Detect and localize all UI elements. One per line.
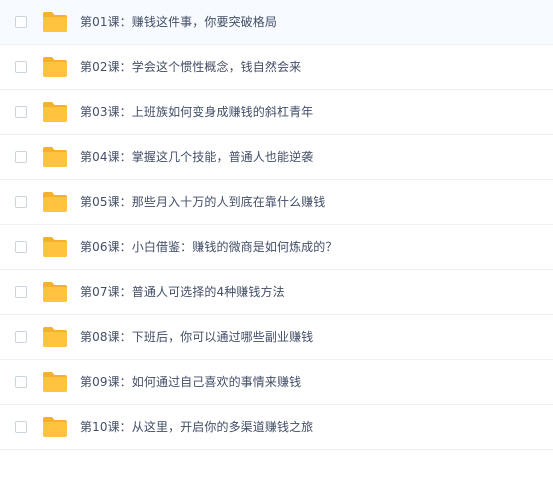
file-row[interactable]: 第08课：下班后，你可以通过哪些副业赚钱 xyxy=(0,315,553,360)
file-name[interactable]: 第04课：掌握这几个技能，普通人也能逆袭 xyxy=(80,135,313,180)
file-row[interactable]: 第06课：小白借鉴：赚钱的微商是如何炼成的？ xyxy=(0,225,553,270)
folder-icon[interactable] xyxy=(42,56,68,78)
file-name[interactable]: 第09课：如何通过自己喜欢的事情来赚钱 xyxy=(80,360,301,405)
file-row[interactable]: 第10课：从这里，开启你的多渠道赚钱之旅 xyxy=(0,405,553,450)
folder-icon[interactable] xyxy=(42,101,68,123)
file-name[interactable]: 第06课：小白借鉴：赚钱的微商是如何炼成的？ xyxy=(80,225,337,270)
file-row[interactable]: 第05课：那些月入十万的人到底在靠什么赚钱 xyxy=(0,180,553,225)
file-row[interactable]: 第07课：普通人可选择的4种赚钱方法 xyxy=(0,270,553,315)
row-checkbox[interactable] xyxy=(15,151,27,163)
row-checkbox[interactable] xyxy=(15,106,27,118)
folder-icon[interactable] xyxy=(42,11,68,33)
file-name[interactable]: 第03课：上班族如何变身成赚钱的斜杠青年 xyxy=(80,90,313,135)
row-checkbox[interactable] xyxy=(15,61,27,73)
file-row[interactable]: 第09课：如何通过自己喜欢的事情来赚钱 xyxy=(0,360,553,405)
folder-icon[interactable] xyxy=(42,236,68,258)
row-checkbox[interactable] xyxy=(15,376,27,388)
file-name[interactable]: 第10课：从这里，开启你的多渠道赚钱之旅 xyxy=(80,405,313,450)
row-checkbox[interactable] xyxy=(15,421,27,433)
folder-icon[interactable] xyxy=(42,371,68,393)
folder-icon[interactable] xyxy=(42,326,68,348)
file-name[interactable]: 第08课：下班后，你可以通过哪些副业赚钱 xyxy=(80,315,313,360)
row-checkbox[interactable] xyxy=(15,16,27,28)
folder-icon[interactable] xyxy=(42,416,68,438)
row-checkbox[interactable] xyxy=(15,331,27,343)
row-checkbox[interactable] xyxy=(15,196,27,208)
folder-icon[interactable] xyxy=(42,281,68,303)
folder-icon[interactable] xyxy=(42,191,68,213)
file-list: 第01课：赚钱这件事，你要突破格局 第02课：学会这个惯性概念，钱自然会来 第0… xyxy=(0,0,553,494)
file-row[interactable]: 第02课：学会这个惯性概念，钱自然会来 xyxy=(0,45,553,90)
file-row[interactable]: 第04课：掌握这几个技能，普通人也能逆袭 xyxy=(0,135,553,180)
file-name[interactable]: 第05课：那些月入十万的人到底在靠什么赚钱 xyxy=(80,180,325,225)
row-checkbox[interactable] xyxy=(15,241,27,253)
file-name[interactable]: 第07课：普通人可选择的4种赚钱方法 xyxy=(80,270,285,315)
file-row[interactable]: 第01课：赚钱这件事，你要突破格局 xyxy=(0,0,553,45)
file-row[interactable]: 第03课：上班族如何变身成赚钱的斜杠青年 xyxy=(0,90,553,135)
file-name[interactable]: 第01课：赚钱这件事，你要突破格局 xyxy=(80,0,277,45)
folder-icon[interactable] xyxy=(42,146,68,168)
file-name[interactable]: 第02课：学会这个惯性概念，钱自然会来 xyxy=(80,45,301,90)
row-checkbox[interactable] xyxy=(15,286,27,298)
